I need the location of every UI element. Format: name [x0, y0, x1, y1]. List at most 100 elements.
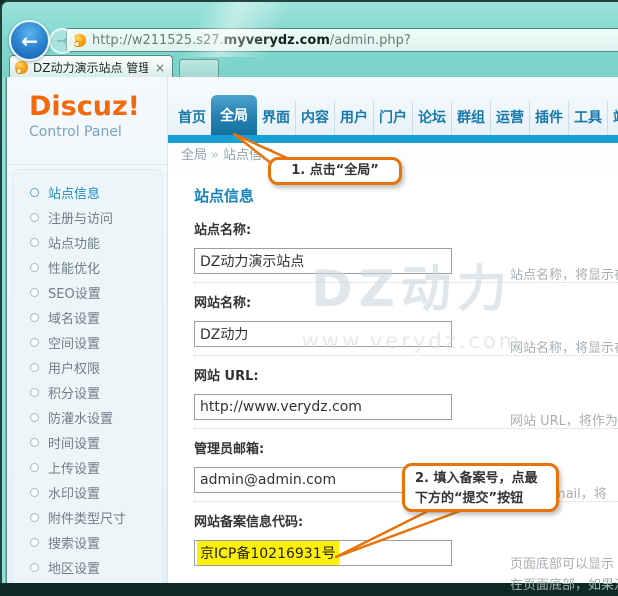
- field-hint: 站点名称，将显示在: [510, 264, 618, 283]
- window-left-border: [0, 77, 7, 583]
- field-hint-line2: 在页面底部，如果没: [510, 575, 618, 596]
- bullet-icon: [30, 188, 39, 197]
- sidebar-item-label: 附件类型尺寸: [48, 508, 126, 527]
- sidebar-item-label: 防灌水设置: [48, 408, 113, 427]
- sidebar-item-label: 水印设置: [48, 483, 100, 502]
- bullet-icon: [30, 413, 39, 422]
- sidebar-item-label: 地区设置: [48, 558, 100, 577]
- callout2-tail-icon: [328, 505, 468, 567]
- sidebar-item-seo[interactable]: SEO设置: [13, 280, 162, 305]
- field-row-website-name: 网站名称: 网站名称，将显示在: [194, 295, 618, 356]
- browser-chrome: ← → http://w211525.s27.myverydz.com/admi…: [0, 0, 618, 77]
- page: Discuz! Control Panel 站点信息 注册与访问 站点功能 性能…: [0, 77, 618, 583]
- sidebar-item-label: 搜索设置: [48, 533, 100, 552]
- field-row-website-url: 网站 URL: 网站 URL，将作为链: [194, 368, 618, 429]
- bullet-icon: [30, 438, 39, 447]
- icp-highlighted-value: 京ICP备10216931号: [197, 541, 339, 565]
- bullet-icon: [30, 513, 39, 522]
- bullet-icon: [30, 338, 39, 347]
- site-name-input[interactable]: [194, 248, 452, 274]
- sidebar-item-register-access[interactable]: 注册与访问: [13, 205, 162, 230]
- sidebar-item-label: 站点信息: [48, 183, 100, 202]
- logo-subtitle: Control Panel: [29, 124, 167, 140]
- bullet-icon: [30, 238, 39, 247]
- back-arrow-icon: ←: [21, 29, 38, 53]
- sidebar-item-user-permissions[interactable]: 用户权限: [13, 355, 162, 380]
- sidebar-item-label: 站点功能: [48, 233, 100, 252]
- breadcrumb-separator-icon: »: [207, 148, 223, 163]
- field-label: 站点名称:: [194, 222, 618, 240]
- sidebar-item-region[interactable]: 地区设置: [13, 555, 162, 580]
- sidebar-item-search[interactable]: 搜索设置: [13, 530, 162, 555]
- sidebar-item-watermark[interactable]: 水印设置: [13, 480, 162, 505]
- sidebar-item-upload[interactable]: 上传设置: [13, 455, 162, 480]
- sidebar-item-site-functions[interactable]: 站点功能: [13, 230, 162, 255]
- callout-step2-line2: 下方的“提交”按钮: [415, 489, 546, 509]
- callout-step1: 1. 点击“全局”: [268, 157, 402, 185]
- discuz-logo: Discuz!: [29, 93, 167, 121]
- nav-item-home[interactable]: 首页: [173, 101, 211, 135]
- tab-close-icon[interactable]: ×: [153, 62, 167, 74]
- nav-item-operation[interactable]: 运营: [490, 101, 529, 135]
- field-hint: 页面底部可以显示 I 在页面底部，如果没: [510, 554, 618, 596]
- sidebar: 站点信息 注册与访问 站点功能 性能优化 SEO设置 域名设置 空间设置 用户权…: [12, 169, 163, 583]
- nav-item-groups[interactable]: 群组: [451, 101, 490, 135]
- sidebar-item-space[interactable]: 空间设置: [13, 330, 162, 355]
- forward-arrow-icon: →: [57, 34, 68, 49]
- nav-item-users[interactable]: 用户: [334, 101, 373, 135]
- bullet-icon: [30, 288, 39, 297]
- address-bar[interactable]: http://w211525.s27.myverydz.com/admin.ph…: [66, 28, 618, 52]
- browser-back-button[interactable]: ←: [9, 20, 50, 61]
- tab-favicon-icon: [15, 61, 28, 74]
- field-hint-line1: 页面底部可以显示 I: [510, 554, 618, 575]
- sidebar-item-label: 空间设置: [48, 333, 100, 352]
- sidebar-item-time[interactable]: 时间设置: [13, 430, 162, 455]
- field-row-site-name: 站点名称: 站点名称，将显示在: [194, 222, 618, 283]
- sidebar-item-anti-spam[interactable]: 防灌水设置: [13, 405, 162, 430]
- logo-block: Discuz! Control Panel: [7, 77, 167, 165]
- website-url-input[interactable]: [194, 394, 452, 420]
- field-hint: 网站 URL，将作为链: [510, 410, 618, 429]
- sidebar-item-label: 域名设置: [48, 308, 100, 327]
- new-tab-button[interactable]: [179, 59, 219, 79]
- bullet-icon: [30, 563, 39, 572]
- field-label: 网站 URL:: [194, 368, 618, 386]
- nav-item-plugins[interactable]: 插件: [529, 101, 568, 135]
- tab-title: DZ动力演示站点 管理中心 ...: [33, 59, 148, 76]
- nav-item-forum[interactable]: 论坛: [412, 101, 451, 135]
- sidebar-item-label: 上传设置: [48, 458, 100, 477]
- browser-forward-button[interactable]: →: [49, 28, 75, 54]
- sidebar-item-label: SEO设置: [48, 283, 101, 302]
- bullet-icon: [30, 263, 39, 272]
- field-label: 网站名称:: [194, 295, 618, 313]
- nav-item-portal[interactable]: 门户: [373, 101, 412, 135]
- bullet-icon: [30, 463, 39, 472]
- bullet-icon: [30, 363, 39, 372]
- sidebar-item-label: 性能优化: [48, 258, 100, 277]
- nav-item-tools[interactable]: 工具: [568, 101, 607, 135]
- sidebar-item-credits[interactable]: 积分设置: [13, 380, 162, 405]
- sidebar-item-performance[interactable]: 性能优化: [13, 255, 162, 280]
- breadcrumb-section[interactable]: 全局: [181, 148, 207, 163]
- bullet-icon: [30, 388, 39, 397]
- sidebar-item-label: 用户权限: [48, 358, 100, 377]
- bullet-icon: [30, 313, 39, 322]
- sidebar-item-attachment-types[interactable]: 附件类型尺寸: [13, 505, 162, 530]
- sidebar-item-site-info[interactable]: 站点信息: [13, 180, 162, 205]
- nav-item-webmaster[interactable]: 站长: [607, 101, 618, 135]
- field-label: 管理员邮箱:: [194, 441, 618, 459]
- url-prefix: http://w211525.s27.: [92, 33, 224, 48]
- sidebar-item-label: 注册与访问: [48, 208, 113, 227]
- bullet-icon: [30, 488, 39, 497]
- website-name-input[interactable]: [194, 321, 452, 347]
- bullet-icon: [30, 213, 39, 222]
- url-text: http://w211525.s27.myverydz.com/admin.ph…: [92, 33, 411, 48]
- field-hint: 网站名称，将显示在: [510, 337, 618, 356]
- right-column: 首页 全局 界面 内容 用户 门户 论坛 群组 运营 插件 工具 站长 全局»站…: [168, 77, 618, 583]
- sidebar-item-domain[interactable]: 域名设置: [13, 305, 162, 330]
- sidebar-item-label: 积分设置: [48, 383, 100, 402]
- callout-step2: 2. 填入备案号，点最 下方的“提交”按钮: [402, 463, 559, 512]
- top-nav: 首页 全局 界面 内容 用户 门户 论坛 群组 运营 插件 工具 站长: [168, 77, 618, 135]
- nav-item-global[interactable]: 全局: [211, 95, 257, 135]
- url-path: /admin.php?: [330, 33, 411, 48]
